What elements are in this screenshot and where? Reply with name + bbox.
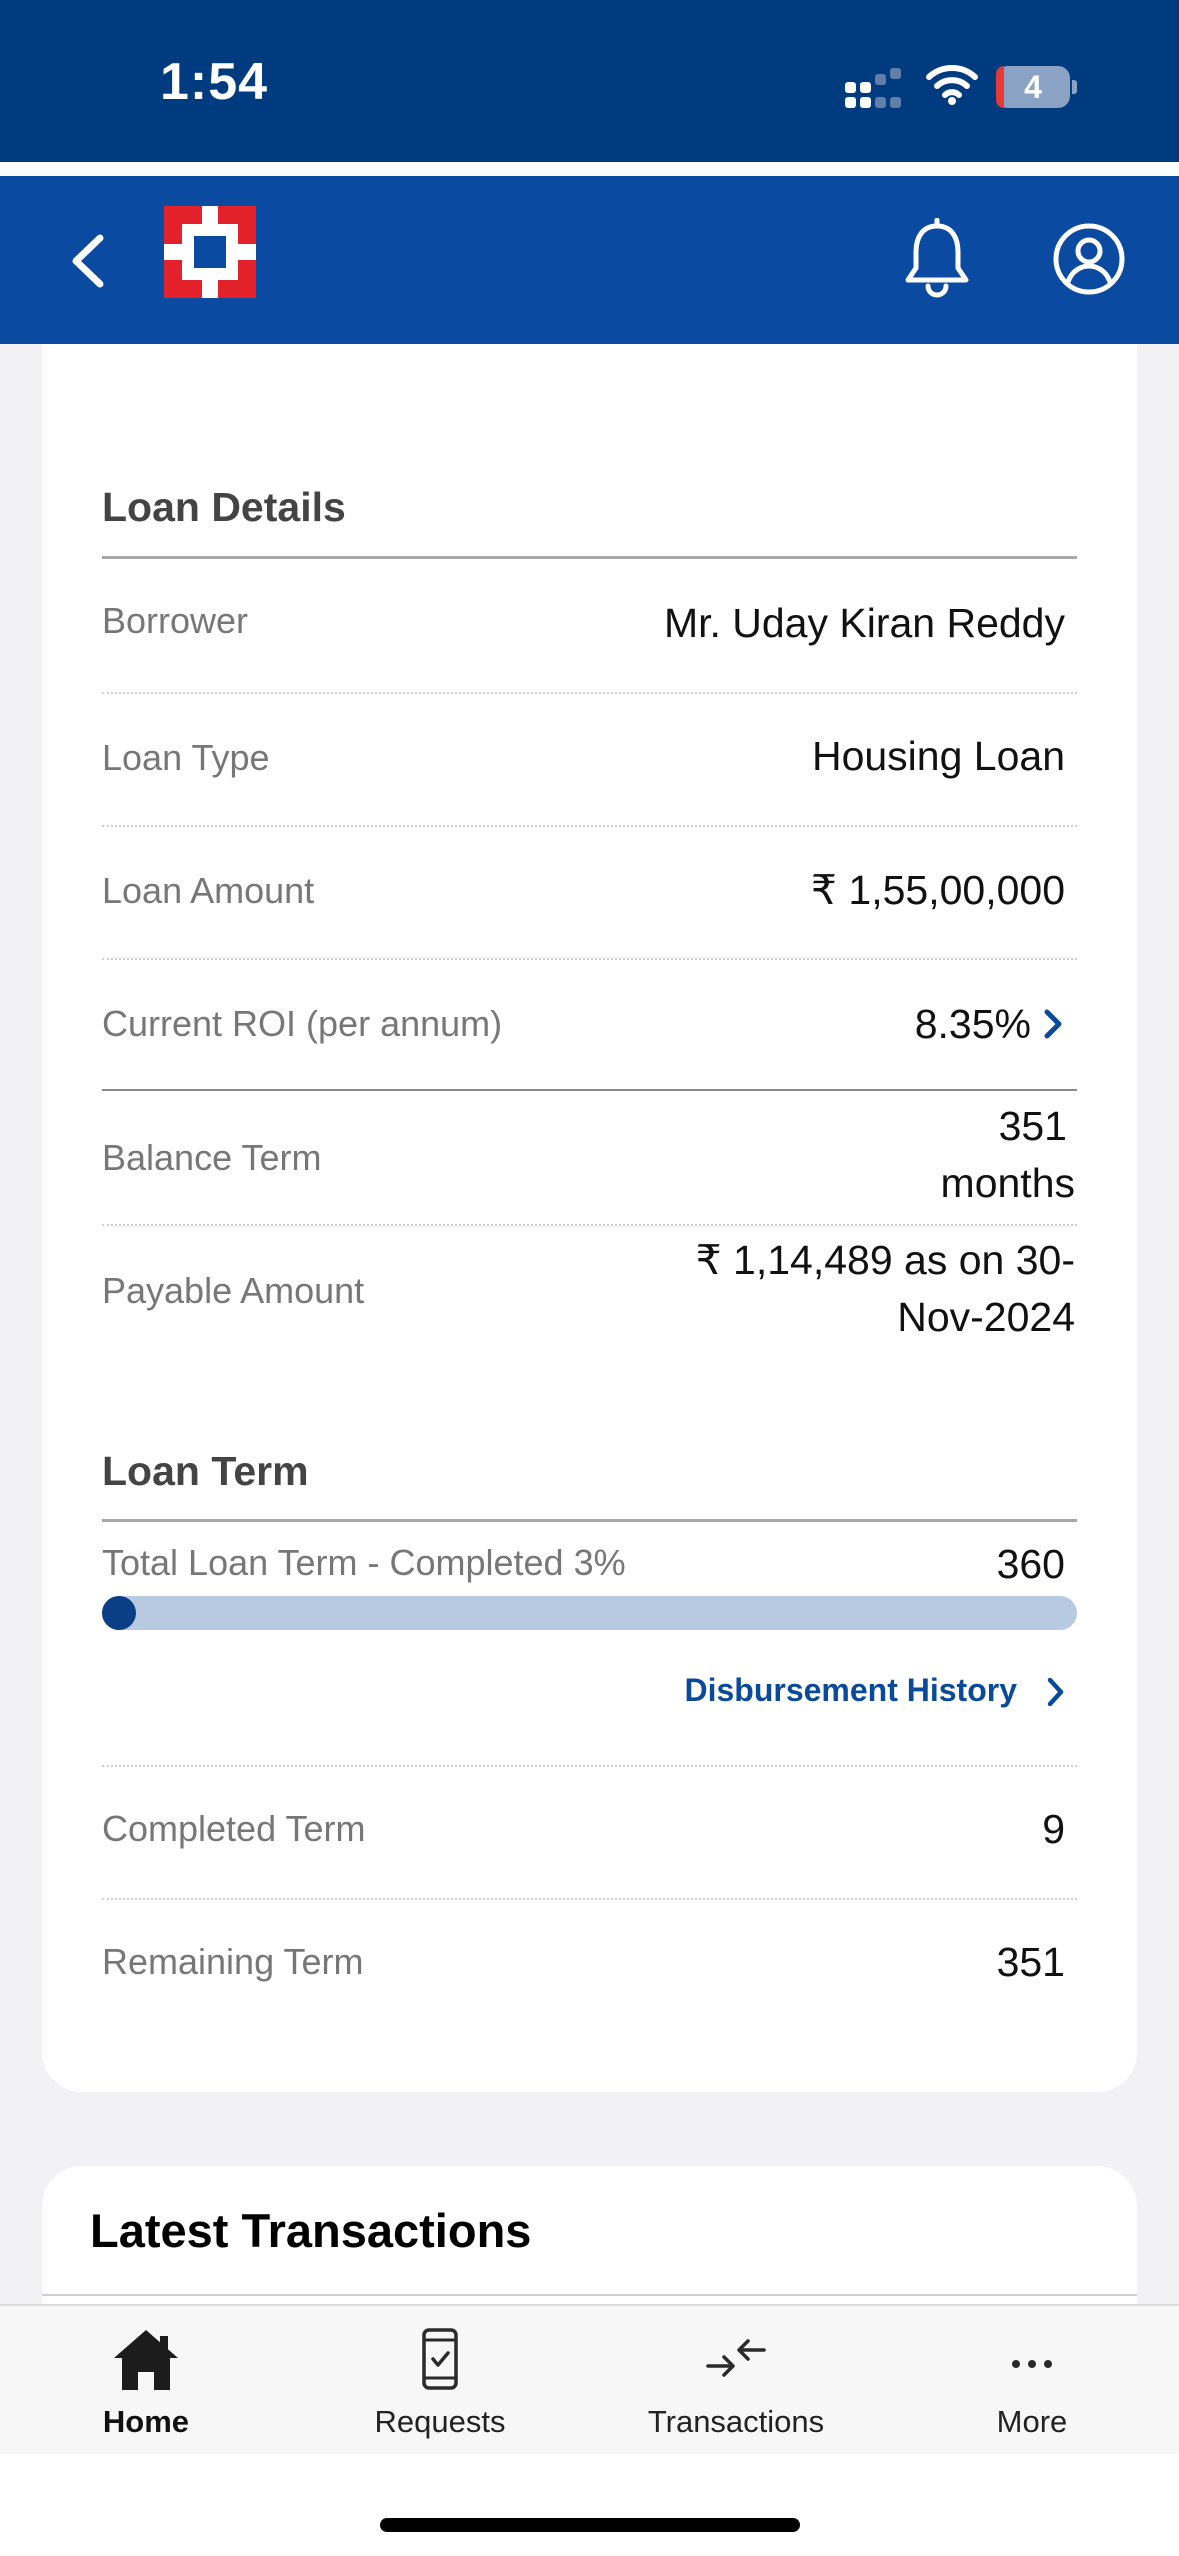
tab-home[interactable]: Home — [26, 2306, 266, 2456]
tab-label: Home — [102, 2404, 190, 2439]
completed-term-value: 9 — [1042, 1806, 1065, 1852]
divider — [102, 692, 1077, 694]
divider — [102, 1765, 1077, 1767]
tab-label: More — [996, 2404, 1068, 2439]
divider — [102, 1089, 1077, 1091]
payable-amount-date: Nov-2024 — [897, 1294, 1075, 1340]
roi-value[interactable]: 8.35% — [915, 996, 1031, 1053]
borrower-value: Mr. Uday Kiran Reddy — [663, 600, 1065, 646]
loan-type-label: Loan Type — [102, 737, 270, 778]
divider — [102, 825, 1077, 827]
home-icon — [114, 2330, 178, 2390]
completed-term-label: Completed Term — [102, 1808, 366, 1849]
bank-logo-icon[interactable] — [164, 206, 256, 298]
tab-transactions[interactable]: Transactions — [616, 2306, 856, 2456]
tab-requests[interactable]: Requests — [320, 2306, 560, 2456]
home-indicator[interactable] — [380, 2518, 800, 2532]
battery-icon: 4 — [996, 66, 1077, 108]
remaining-term-label: Remaining Term — [102, 1941, 364, 1982]
cellular-signal-icon — [845, 68, 905, 108]
loan-term-total: 360 — [996, 1541, 1065, 1587]
tab-label: Requests — [374, 2404, 506, 2439]
disbursement-history-link[interactable]: Disbursement History — [600, 1668, 1077, 1716]
bottom-tab-bar: Home Requests Transactions More — [0, 2304, 1179, 2454]
divider — [42, 2294, 1137, 2296]
tab-more[interactable]: More — [912, 2306, 1152, 2456]
loan-term-progress-label: Total Loan Term - Completed 3% — [102, 1542, 626, 1583]
loan-amount-label: Loan Amount — [102, 870, 315, 911]
loan-term-title: Loan Term — [102, 1448, 309, 1494]
bell-icon[interactable] — [900, 218, 974, 300]
chevron-right-icon[interactable] — [1040, 1005, 1066, 1043]
balance-term-unit: months — [940, 1160, 1075, 1206]
roi-label: Current ROI (per annum) — [102, 1003, 503, 1044]
user-circle-icon[interactable] — [1052, 222, 1126, 296]
loan-details-title: Loan Details — [102, 484, 346, 530]
battery-level: 4 — [1024, 69, 1042, 105]
loan-term-progress-fill — [102, 1596, 136, 1630]
payable-amount-label: Payable Amount — [102, 1270, 365, 1311]
phone-check-icon — [422, 2328, 458, 2390]
transfer-arrows-icon — [706, 2339, 766, 2377]
chevron-left-icon[interactable] — [60, 226, 120, 296]
divider — [102, 1519, 1077, 1522]
latest-transactions-title: Latest Transactions — [90, 2204, 532, 2257]
divider — [102, 556, 1077, 559]
wifi-icon — [926, 65, 978, 105]
divider — [102, 1898, 1077, 1900]
chevron-right-icon[interactable] — [1045, 1674, 1067, 1710]
loan-amount-value: ₹ 1,55,00,000 — [810, 867, 1065, 913]
balance-term-label: Balance Term — [102, 1137, 322, 1178]
app-header — [0, 176, 1179, 344]
loan-term-progress-bar — [102, 1596, 1077, 1630]
borrower-label: Borrower — [102, 600, 249, 641]
home-indicator-area — [0, 2454, 1179, 2556]
status-bar: 1:54 4 — [0, 0, 1179, 162]
divider — [102, 1224, 1077, 1226]
loan-type-value: Housing Loan — [811, 733, 1065, 779]
divider — [102, 958, 1077, 960]
ellipsis-icon — [1012, 2360, 1052, 2368]
payable-amount-value: ₹ 1,14,489 as on 30- — [695, 1237, 1075, 1283]
balance-term-value: 351 — [998, 1103, 1067, 1149]
disbursement-history-label[interactable]: Disbursement History — [684, 1672, 1017, 1709]
status-time: 1:54 — [160, 53, 269, 111]
tab-label: Transactions — [647, 2404, 825, 2439]
remaining-term-value: 351 — [996, 1939, 1065, 1985]
